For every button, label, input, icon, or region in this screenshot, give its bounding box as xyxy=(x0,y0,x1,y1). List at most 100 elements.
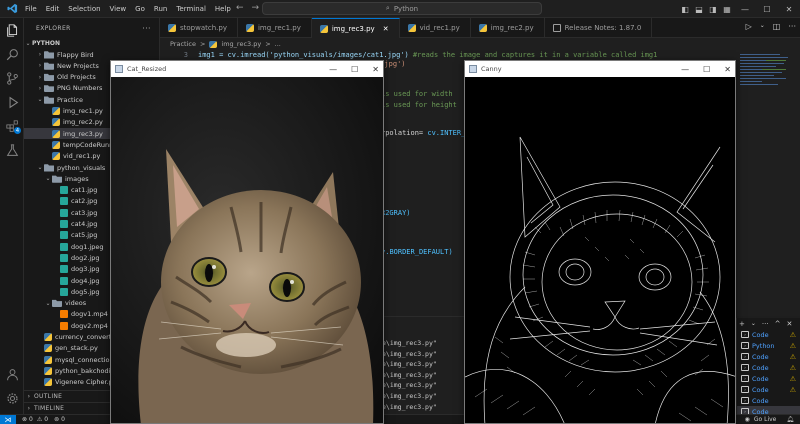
chevron-down-icon: ⌄ xyxy=(25,40,31,47)
ports-icon[interactable]: ⊚ xyxy=(54,416,59,423)
editor-tabs: stopwatch.py img_rec1.py img_rec3.py ✕ vid_r… xyxy=(160,18,800,38)
toggle-primary-sidebar-icon[interactable]: ◧ xyxy=(678,5,692,14)
menu-selection[interactable]: Selection xyxy=(68,5,100,13)
menu-file[interactable]: File xyxy=(25,5,37,13)
item-label: gen_stack.py xyxy=(55,344,98,353)
image-file-icon xyxy=(60,276,68,285)
more-actions-icon[interactable]: ··· xyxy=(142,24,151,33)
close-window-button[interactable]: ✕ xyxy=(724,65,731,74)
close-tab-icon[interactable]: ✕ xyxy=(383,25,389,33)
maximize-panel-icon[interactable]: ^ xyxy=(775,320,781,328)
menu-run[interactable]: Run xyxy=(154,5,167,13)
item-label: img_rec2.py xyxy=(63,118,103,127)
image-file-icon xyxy=(60,208,68,217)
broadcast-icon[interactable]: ◉ xyxy=(745,416,750,423)
maximize-button[interactable]: ☐ xyxy=(703,65,710,74)
canny-edges-image xyxy=(465,77,735,423)
terminal-session[interactable]: › Code ⚠ xyxy=(737,329,800,340)
search-icon: ⌕ xyxy=(385,4,390,12)
minimize-button[interactable]: — xyxy=(734,5,756,14)
item-label: cat1.jpg xyxy=(71,186,98,195)
more-actions-icon[interactable]: ··· xyxy=(788,22,796,31)
folder-icon xyxy=(44,73,54,82)
close-panel-icon[interactable]: ✕ xyxy=(786,320,792,328)
minimap[interactable] xyxy=(736,50,800,316)
breadcrumb-more[interactable]: ... xyxy=(275,40,281,48)
code-fragment: R2GRAY) xyxy=(381,209,411,217)
error-count[interactable]: 0 xyxy=(29,416,33,423)
close-window-button[interactable]: ✕ xyxy=(372,65,379,74)
terminal-icon: › xyxy=(741,342,749,349)
customize-layout-icon[interactable]: ▦ xyxy=(720,5,734,14)
menu-view[interactable]: View xyxy=(110,5,127,13)
root-folder-label: PYTHON xyxy=(32,40,60,47)
tab-img-rec2-py[interactable]: img_rec2.py xyxy=(471,18,545,38)
item-label: PNG Numbers xyxy=(57,84,103,93)
ports-count[interactable]: 0 xyxy=(61,416,65,423)
dropdown-icon[interactable]: ⌄ xyxy=(751,320,756,327)
root-folder-row[interactable]: ⌄ PYTHON xyxy=(24,38,159,49)
command-center-search[interactable]: ⌕ Python xyxy=(262,2,542,15)
item-label: dog3.jpg xyxy=(71,265,100,274)
warning-icon[interactable]: ⚠ xyxy=(37,416,42,423)
forward-arrow-icon[interactable]: → xyxy=(252,3,260,13)
terminal-session[interactable]: › Code ⚠ xyxy=(737,384,800,395)
warning-count[interactable]: 0 xyxy=(44,416,48,423)
canny-window[interactable]: Canny — ☐ ✕ xyxy=(464,60,736,424)
window-titlebar[interactable]: Canny — ☐ ✕ xyxy=(465,61,735,77)
menu-edit[interactable]: Edit xyxy=(46,5,60,13)
go-live-button[interactable]: Go Live xyxy=(754,416,776,423)
terminal-icon: › xyxy=(741,364,749,371)
breadcrumb: Practice > img_rec3.py > ... xyxy=(160,38,800,50)
minimize-button[interactable]: — xyxy=(681,65,689,74)
terminal-session[interactable]: › Code ⚠ xyxy=(737,373,800,384)
item-label: vid_rec1.py xyxy=(63,152,101,161)
item-label: img_rec3.py xyxy=(63,129,103,138)
tab-img-rec3-py[interactable]: img_rec3.py ✕ xyxy=(311,18,400,38)
toggle-panel-icon[interactable]: ⬓ xyxy=(692,5,706,14)
tab-img-rec1-py[interactable]: img_rec1.py xyxy=(238,18,312,38)
window-titlebar[interactable]: Cat_Resized — ☐ ✕ xyxy=(111,61,383,77)
maximize-button[interactable]: ☐ xyxy=(756,5,778,14)
run-debug-icon[interactable] xyxy=(4,94,20,110)
manage-gear-icon[interactable] xyxy=(4,390,20,406)
more-actions-icon[interactable]: ··· xyxy=(762,320,769,328)
window-title: Cat_Resized xyxy=(127,65,167,73)
minimize-button[interactable]: — xyxy=(329,65,337,74)
search-view-icon[interactable] xyxy=(4,46,20,62)
close-window-button[interactable]: ✕ xyxy=(778,5,800,14)
breadcrumb-folder[interactable]: Practice xyxy=(170,40,196,48)
menu-terminal[interactable]: Terminal xyxy=(176,5,206,13)
terminal-session[interactable]: › Python ⚠ xyxy=(737,340,800,351)
back-arrow-icon[interactable]: ← xyxy=(236,3,244,13)
terminal-session[interactable]: › Code ⚠ xyxy=(737,362,800,373)
window-title: Canny xyxy=(481,65,502,73)
tab-release-notes-1-87-0[interactable]: Release Notes: 1.87.0 xyxy=(545,18,653,38)
terminal-session[interactable]: › Code ⚠ xyxy=(737,351,800,362)
terminal-icon: › xyxy=(741,375,749,382)
warning-icon: ⚠ xyxy=(789,363,796,372)
folder-item[interactable]: › Flappy Bird xyxy=(24,49,159,60)
new-terminal-icon[interactable]: + xyxy=(739,320,745,328)
breadcrumb-file[interactable]: img_rec3.py xyxy=(221,40,261,48)
toggle-secondary-sidebar-icon[interactable]: ◨ xyxy=(706,5,720,14)
outline-label: OUTLINE xyxy=(34,392,63,400)
tab-vid-rec1-py[interactable]: vid_rec1.py xyxy=(400,18,471,38)
testing-icon[interactable] xyxy=(4,142,20,158)
maximize-button[interactable]: ☐ xyxy=(351,65,358,74)
menu-go[interactable]: Go xyxy=(135,5,145,13)
source-control-icon[interactable] xyxy=(4,70,20,86)
extensions-icon[interactable]: 4 xyxy=(4,118,21,134)
tab-stopwatch-py[interactable]: stopwatch.py xyxy=(160,18,238,38)
error-icon[interactable]: ⊗ xyxy=(22,416,27,423)
menu-help[interactable]: Help xyxy=(215,5,231,13)
explorer-icon[interactable] xyxy=(4,22,20,38)
terminal-session[interactable]: › Code xyxy=(737,395,800,406)
run-dropdown-icon[interactable]: ⌄ xyxy=(760,22,765,31)
notifications-bell-icon[interactable]: 🔔︎ xyxy=(786,416,794,423)
cat-resized-window[interactable]: Cat_Resized — ☐ ✕ xyxy=(110,60,384,424)
split-editor-icon[interactable]: ◫ xyxy=(773,22,781,31)
run-python-icon[interactable]: ▷ xyxy=(746,22,752,31)
remote-indicator-icon[interactable]: ⋊ xyxy=(0,414,16,424)
accounts-icon[interactable] xyxy=(4,366,20,382)
